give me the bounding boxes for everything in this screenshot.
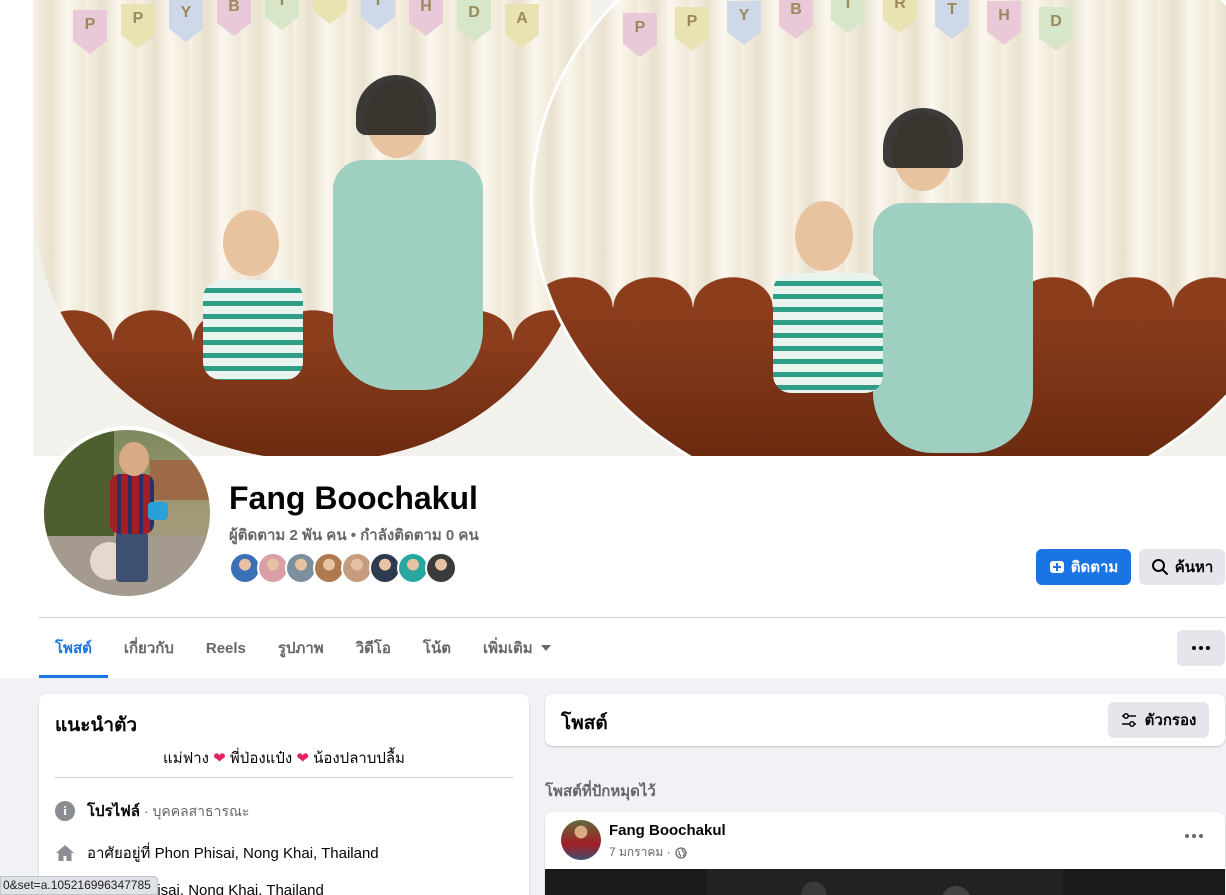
tab-0[interactable]: โพสต์ bbox=[39, 618, 108, 678]
pinned-posts-label: โพสต์ที่ปักหมุดไว้ bbox=[545, 783, 656, 800]
banner-flag: D bbox=[457, 0, 491, 42]
posts-header-card: โพสต์ ตัวกรอง bbox=[545, 694, 1225, 746]
tab-6[interactable]: เพิ่มเติม bbox=[467, 618, 567, 678]
banner-flag: T bbox=[935, 0, 969, 39]
filter-icon bbox=[1121, 713, 1136, 727]
tab-5[interactable]: โน้ต bbox=[407, 618, 467, 678]
heart-icon: ❤ bbox=[213, 750, 226, 767]
banner-flag: D bbox=[1039, 7, 1073, 51]
banner-flag: Y bbox=[727, 1, 761, 45]
tab-label: Reels bbox=[205, 639, 246, 657]
post-meta: 7 มกราคม · bbox=[609, 843, 687, 862]
banner-flag: R bbox=[883, 0, 917, 33]
filter-button[interactable]: ตัวกรอง bbox=[1108, 702, 1209, 738]
tab-2[interactable]: Reels bbox=[190, 618, 262, 678]
heart-icon: ❤ bbox=[296, 750, 309, 767]
from-text: Phisai, Nong Khai, Thailand bbox=[139, 882, 324, 895]
tab-label: เพิ่มเติม bbox=[482, 640, 533, 657]
banner-flag: B bbox=[779, 0, 813, 39]
banner-flag: H bbox=[409, 0, 443, 36]
tab-3[interactable]: รูปภาพ bbox=[262, 618, 340, 678]
tab-label: วิดีโอ bbox=[355, 640, 391, 657]
banner-flag: B bbox=[217, 0, 251, 36]
follow-icon bbox=[1049, 561, 1064, 573]
intro-lives-in: อาศัยอยู่ที่ Phon Phisai, Nong Khai, Tha… bbox=[55, 841, 379, 865]
tab-label: เกี่ยวกับ bbox=[123, 640, 174, 657]
post-author-avatar[interactable] bbox=[561, 820, 601, 860]
info-icon: i bbox=[55, 801, 75, 821]
cover-photo-left-panel: PPYBIRTHDA bbox=[33, 0, 593, 456]
search-button[interactable]: ค้นหา bbox=[1139, 549, 1225, 585]
lives-in-text: อาศัยอยู่ที่ Phon Phisai, Nong Khai, Tha… bbox=[87, 845, 379, 862]
bio-text-3: น้องปลาบปลื้ม bbox=[313, 750, 405, 767]
intro-from: Phisai, Nong Khai, Thailand bbox=[139, 882, 324, 895]
intro-title: แนะนำตัว bbox=[55, 715, 138, 736]
search-label: ค้นหา bbox=[1174, 559, 1214, 576]
pinned-post: Fang Boochakul 7 มกราคม · bbox=[545, 812, 1225, 895]
birthday-banner: PPYBIRTHD bbox=[533, 0, 1226, 73]
tab-label: รูปภาพ bbox=[277, 640, 324, 657]
follow-button[interactable]: ติดตาม bbox=[1036, 549, 1131, 585]
cover-photo[interactable]: PPYBIRTHDA PPYBIRTHD bbox=[0, 0, 1226, 456]
follower-avatar[interactable] bbox=[425, 552, 457, 584]
banner-flag: P bbox=[121, 4, 155, 48]
post-author-name[interactable]: Fang Boochakul bbox=[609, 822, 726, 839]
profile-type: · บุคคลสาธารณะ bbox=[140, 803, 250, 819]
banner-flag: P bbox=[623, 13, 657, 57]
banner-flag: R bbox=[313, 0, 347, 24]
globe-icon bbox=[674, 846, 687, 859]
follow-label: ติดตาม bbox=[1070, 559, 1119, 576]
banner-flag: T bbox=[361, 0, 395, 30]
tab-4[interactable]: วิดีโอ bbox=[340, 618, 407, 678]
filter-label: ตัวกรอง bbox=[1144, 712, 1197, 729]
banner-flag: Y bbox=[169, 0, 203, 42]
tab-label: โน้ต bbox=[422, 640, 451, 657]
post-more-button[interactable] bbox=[1179, 826, 1209, 846]
caret-down-icon bbox=[540, 645, 551, 651]
intro-profile-type: i โปรไฟล์ · บุคคลสาธารณะ bbox=[55, 799, 249, 823]
more-options-button[interactable] bbox=[1177, 630, 1225, 666]
posts-title: โพสต์ bbox=[561, 713, 608, 734]
tab-label: โพสต์ bbox=[55, 640, 92, 657]
intro-divider bbox=[55, 777, 513, 778]
cover-photo-right-panel: PPYBIRTHD bbox=[530, 0, 1226, 456]
intro-bio: แม่ฟาง ❤ พี่ป่องแป๋ง ❤ น้องปลาบปลื้ม bbox=[55, 746, 513, 770]
home-icon bbox=[56, 845, 74, 861]
status-bar-url: 0&set=a.105216996347785 bbox=[0, 876, 158, 895]
banner-flag: H bbox=[987, 1, 1021, 45]
banner-flag: P bbox=[73, 10, 107, 54]
followers-count[interactable]: ผู้ติดตาม 2 พัน คน • กำลังติดตาม 0 คน bbox=[229, 523, 479, 547]
more-dots-icon bbox=[1192, 646, 1210, 650]
profile-avatar[interactable] bbox=[40, 426, 214, 600]
profile-tabs: โพสต์ เกี่ยวกับ Reels รูปภาพ วิดีโอ โน้ต เพิ่ม… bbox=[39, 618, 567, 678]
profile-name: Fang Boochakul bbox=[229, 480, 478, 516]
post-media[interactable] bbox=[545, 869, 1225, 895]
banner-flag: I bbox=[831, 0, 865, 33]
more-dots-icon bbox=[1185, 834, 1203, 838]
search-icon bbox=[1151, 559, 1168, 575]
tab-1[interactable]: เกี่ยวกับ bbox=[108, 618, 190, 678]
birthday-banner: PPYBIRTHDA bbox=[33, 0, 593, 70]
intro-card: แนะนำตัว แม่ฟาง ❤ พี่ป่องแป๋ง ❤ น้องปลาบ… bbox=[39, 694, 529, 895]
banner-flag: I bbox=[265, 0, 299, 30]
bio-text-2: พี่ป่องแป๋ง bbox=[229, 750, 293, 767]
profile-label: โปรไฟล์ bbox=[87, 803, 140, 820]
banner-flag: P bbox=[675, 7, 709, 51]
post-date[interactable]: 7 มกราคม · bbox=[609, 843, 671, 862]
bio-text-1: แม่ฟาง bbox=[163, 750, 209, 767]
profile-header: PPYBIRTHDA PPYBIRTHD Fang B bbox=[0, 0, 1226, 678]
